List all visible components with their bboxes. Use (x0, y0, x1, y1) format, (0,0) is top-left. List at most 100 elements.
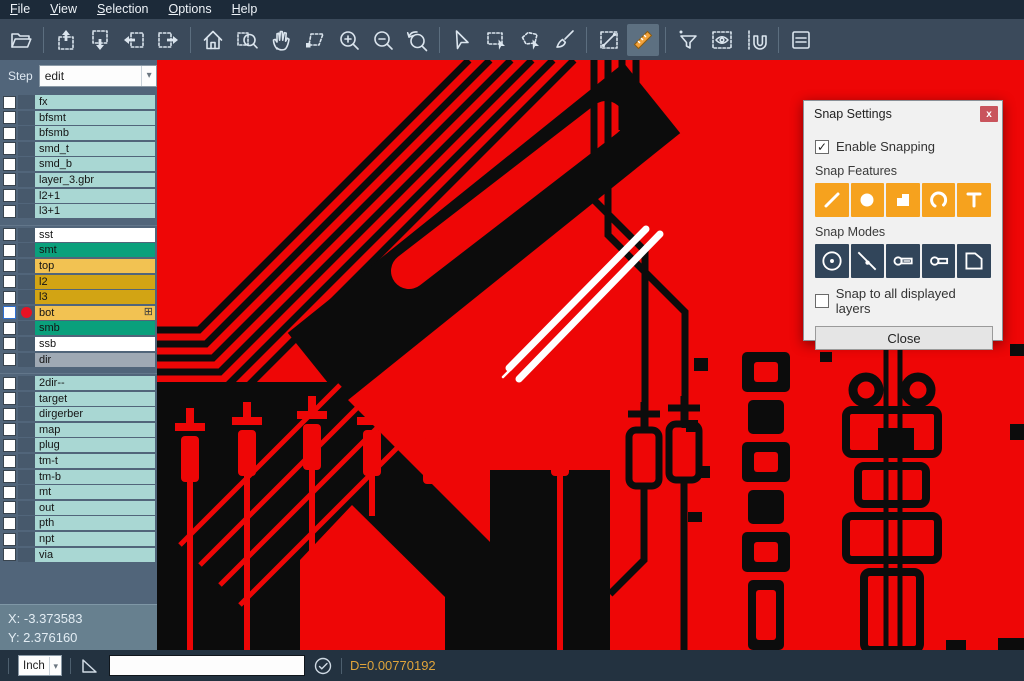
layer-active-indicator[interactable] (18, 173, 35, 187)
layer-label[interactable]: smb (35, 321, 155, 335)
layer-visibility-checkbox[interactable] (3, 455, 16, 468)
layer-visibility-checkbox[interactable] (3, 517, 16, 530)
zoom-object-button[interactable] (299, 24, 331, 56)
layer-visibility-checkbox[interactable] (3, 142, 16, 155)
layer-label[interactable]: top (35, 259, 155, 273)
select-rectangle-button[interactable] (480, 24, 512, 56)
dialog-close-icon[interactable]: x (980, 106, 998, 122)
layers-panel-button[interactable] (785, 24, 817, 56)
layer-label[interactable]: out (35, 501, 155, 515)
layer-active-indicator[interactable] (18, 392, 35, 406)
snap-feature-circle-button[interactable] (851, 183, 885, 217)
layer-active-indicator[interactable] (18, 306, 35, 320)
layer-active-indicator[interactable] (18, 470, 35, 484)
layer-active-indicator[interactable] (18, 321, 35, 335)
layer-label[interactable]: l2 (35, 275, 155, 289)
layer-label[interactable]: bfsmt (35, 111, 155, 125)
layer-visibility-checkbox[interactable] (3, 306, 16, 319)
layer-active-indicator[interactable] (18, 407, 35, 421)
filter-button[interactable] (672, 24, 704, 56)
layer-active-indicator[interactable] (18, 423, 35, 437)
layer-visibility-checkbox[interactable] (3, 392, 16, 405)
layer-visibility-checkbox[interactable] (3, 111, 16, 124)
menu-help[interactable]: Help (222, 0, 268, 19)
zoom-home-button[interactable] (197, 24, 229, 56)
layer-label[interactable]: tm-t (35, 454, 155, 468)
snap-feature-line-button[interactable] (815, 183, 849, 217)
layer-visibility-checkbox[interactable] (3, 244, 16, 257)
unit-select[interactable]: Inch ▾ (18, 655, 62, 676)
menu-selection[interactable]: Selection (87, 0, 158, 19)
dialog-title-bar[interactable]: Snap Settings x (804, 101, 1002, 127)
layer-active-indicator[interactable] (18, 532, 35, 546)
layer-active-indicator[interactable] (18, 157, 35, 171)
layer-label[interactable]: layer_3.gbr (35, 173, 155, 187)
layer-active-indicator[interactable] (18, 243, 35, 257)
layer-visibility-checkbox[interactable] (3, 228, 16, 241)
snap-mode-pad-button[interactable] (922, 244, 956, 278)
layer-visibility-checkbox[interactable] (3, 322, 16, 335)
layer-label[interactable]: npt (35, 532, 155, 546)
snap-feature-arc-button[interactable] (922, 183, 956, 217)
layer-label[interactable]: l3 (35, 290, 155, 304)
close-button[interactable]: Close (815, 326, 993, 350)
pan-right-button[interactable] (152, 24, 184, 56)
ruler-button[interactable] (627, 24, 659, 56)
select-polygon-button[interactable] (514, 24, 546, 56)
zoom-in-button[interactable] (333, 24, 365, 56)
measure-line-button[interactable] (593, 24, 625, 56)
layer-label[interactable]: bfsmb (35, 126, 155, 140)
snap-all-layers-checkbox[interactable]: ✓ (815, 294, 829, 308)
layer-label[interactable]: dirgerber (35, 407, 155, 421)
layer-active-indicator[interactable] (18, 290, 35, 304)
layer-active-indicator[interactable] (18, 189, 35, 203)
layer-active-indicator[interactable] (18, 95, 35, 109)
zoom-window-button[interactable] (231, 24, 263, 56)
pan-hand-button[interactable] (265, 24, 297, 56)
confirm-circle-icon[interactable] (313, 656, 333, 676)
layer-active-indicator[interactable] (18, 126, 35, 140)
layer-label[interactable]: mt (35, 485, 155, 499)
layer-active-indicator[interactable] (18, 337, 35, 351)
layer-active-indicator[interactable] (18, 454, 35, 468)
pan-down-button[interactable] (84, 24, 116, 56)
layer-active-indicator[interactable] (18, 485, 35, 499)
layer-active-indicator[interactable] (18, 204, 35, 218)
layer-label[interactable]: via (35, 548, 155, 562)
layer-visibility-checkbox[interactable] (3, 486, 16, 499)
snap-mode-profile-button[interactable] (957, 244, 991, 278)
paint-button[interactable] (548, 24, 580, 56)
layer-active-indicator[interactable] (18, 259, 35, 273)
zoom-previous-button[interactable] (401, 24, 433, 56)
layer-active-indicator[interactable] (18, 501, 35, 515)
layer-visibility-checkbox[interactable] (3, 275, 16, 288)
show-hide-button[interactable] (706, 24, 738, 56)
layer-label[interactable]: sst (35, 228, 155, 242)
layer-visibility-checkbox[interactable] (3, 337, 16, 350)
layer-label[interactable]: bot⊞ (35, 306, 155, 320)
layer-active-indicator[interactable] (18, 275, 35, 289)
layer-active-indicator[interactable] (18, 228, 35, 242)
layer-label[interactable]: tm-b (35, 470, 155, 484)
snap-feature-surface-button[interactable] (886, 183, 920, 217)
layer-visibility-checkbox[interactable] (3, 408, 16, 421)
layer-visibility-checkbox[interactable] (3, 96, 16, 109)
layer-label[interactable]: l3+1 (35, 204, 155, 218)
layer-active-indicator[interactable] (18, 516, 35, 530)
layer-visibility-checkbox[interactable] (3, 158, 16, 171)
layer-label[interactable]: l2+1 (35, 189, 155, 203)
layer-visibility-checkbox[interactable] (3, 173, 16, 186)
layer-visibility-checkbox[interactable] (3, 439, 16, 452)
select-button[interactable] (446, 24, 478, 56)
layer-visibility-checkbox[interactable] (3, 470, 16, 483)
layer-active-indicator[interactable] (18, 548, 35, 562)
layer-label[interactable]: dir (35, 353, 155, 367)
layer-label[interactable]: pth (35, 516, 155, 530)
pan-left-button[interactable] (118, 24, 150, 56)
command-input[interactable] (109, 655, 305, 676)
layer-label[interactable]: plug (35, 438, 155, 452)
layer-visibility-checkbox[interactable] (3, 548, 16, 561)
layer-label[interactable]: target (35, 392, 155, 406)
enable-snapping-checkbox[interactable]: ✓ (815, 140, 829, 154)
layer-label[interactable]: smd_t (35, 142, 155, 156)
